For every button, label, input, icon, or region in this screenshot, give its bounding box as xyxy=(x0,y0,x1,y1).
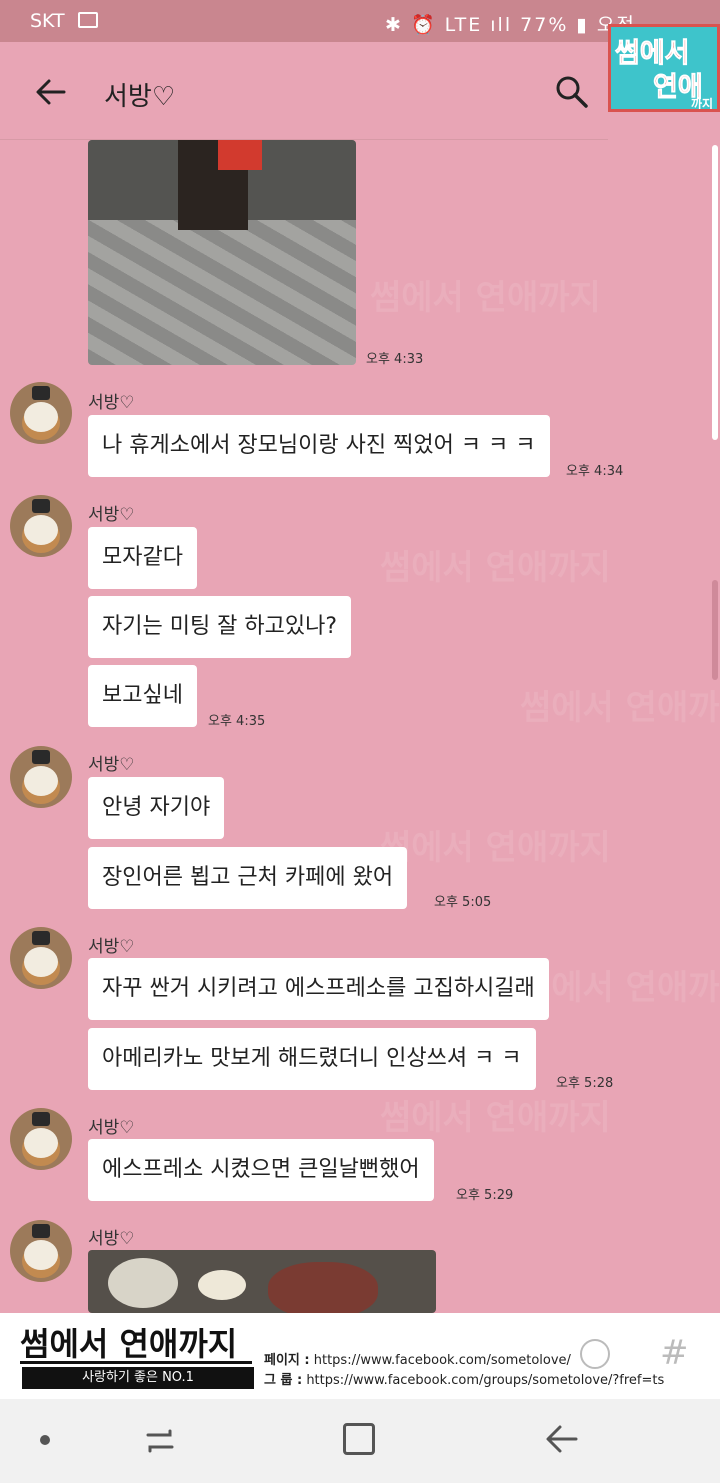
avatar[interactable] xyxy=(10,382,72,444)
banner-page-label: 페이지 : xyxy=(264,1353,310,1368)
message-bubble[interactable]: 나 휴게소에서 장모님이랑 사진 찍었어 ㅋ ㅋ ㅋ xyxy=(88,415,550,477)
message-bubble[interactable]: 에스프레소 시켰으면 큰일날뻔했어 xyxy=(88,1139,434,1201)
chat-header: 서방♡ xyxy=(0,42,608,140)
background-watermark: 썸에서 연애까지 xyxy=(380,828,611,868)
message-time: 오후 4:35 xyxy=(208,714,266,729)
recent-apps-icon[interactable] xyxy=(140,1421,180,1461)
avatar[interactable] xyxy=(10,1220,72,1282)
banner-page-info: 페이지 : https://www.facebook.com/sometolov… xyxy=(264,1349,571,1368)
avatar[interactable] xyxy=(10,1108,72,1170)
message-bubble[interactable]: 아메리카노 맛보게 해드렸더니 인상쓰셔 ㅋ ㅋ xyxy=(88,1028,536,1090)
message-time: 오후 4:33 xyxy=(366,352,424,367)
banner-page-url: https://www.facebook.com/sometolove/ xyxy=(313,1353,571,1368)
image-notification-icon xyxy=(78,12,98,28)
message-time: 오후 4:34 xyxy=(566,464,624,479)
sender-name: 서방♡ xyxy=(88,505,135,525)
message-time: 오후 5:28 xyxy=(556,1076,614,1091)
sender-name: 서방♡ xyxy=(88,937,135,957)
scrollbar-top[interactable] xyxy=(712,145,718,440)
background-watermark: 썸에서 연애까지 xyxy=(520,688,720,728)
background-watermark: 썸에서 연애까지 xyxy=(520,968,720,1008)
banner-tagline: 사랑하기 좋은 NO.1 xyxy=(22,1367,254,1389)
message-time: 오후 5:05 xyxy=(434,895,492,910)
background-watermark: 썸에서 연애까지 xyxy=(380,1098,611,1138)
watermark-logo-badge: 썸에서 연애 까지 xyxy=(608,24,720,112)
home-icon[interactable] xyxy=(343,1423,375,1455)
hashtag-icon[interactable]: # xyxy=(660,1333,689,1373)
badge-line-3: 까지 xyxy=(691,97,714,111)
message-bubble[interactable]: 보고싶네 xyxy=(88,665,197,727)
carrier-label: SKT xyxy=(30,10,65,32)
back-arrow-icon[interactable] xyxy=(34,76,68,108)
chat-photo[interactable] xyxy=(88,1250,436,1313)
sender-name: 서방♡ xyxy=(88,755,135,775)
message-bubble[interactable]: 자꾸 싼거 시키려고 에스프레소를 고집하시길래 xyxy=(88,958,549,1020)
avatar[interactable] xyxy=(10,746,72,808)
banner-divider xyxy=(20,1361,252,1364)
emoji-button-icon[interactable] xyxy=(580,1339,610,1369)
message-bubble[interactable]: 모자같다 xyxy=(88,527,197,589)
promo-banner: 썸에서 연애까지 사랑하기 좋은 NO.1 페이지 : https://www.… xyxy=(0,1313,720,1399)
chat-title: 서방♡ xyxy=(104,82,176,112)
search-icon[interactable] xyxy=(554,74,590,110)
chat-message-list[interactable]: 썸에서 연애까지 썸에서 연애까지 썸에서 연애까지 썸에서 연애까지 썸에서 … xyxy=(0,140,720,1313)
sender-name: 서방♡ xyxy=(88,393,135,413)
avatar[interactable] xyxy=(10,927,72,989)
nav-dot-icon[interactable] xyxy=(40,1435,50,1445)
banner-brand: 썸에서 연애까지 xyxy=(20,1325,238,1363)
banner-group-info: 그 룹 : https://www.facebook.com/groups/so… xyxy=(264,1369,664,1388)
message-time: 오후 5:29 xyxy=(456,1188,514,1203)
background-watermark: 썸에서 연애까지 xyxy=(370,278,601,318)
message-bubble[interactable]: 자기는 미팅 잘 하고있나? xyxy=(88,596,352,658)
scrollbar-thumb[interactable] xyxy=(712,580,718,680)
status-icons-text: ✱ ⏰ LTE ıll 77% ▮ 오전 xyxy=(385,14,636,36)
avatar[interactable] xyxy=(10,495,72,557)
message-bubble[interactable]: 장인어른 뵙고 근처 카페에 왔어 xyxy=(88,847,408,909)
message-bubble[interactable]: 안녕 자기야 xyxy=(88,777,225,839)
sender-name: 서방♡ xyxy=(88,1118,135,1138)
banner-group-url: https://www.facebook.com/groups/sometolo… xyxy=(306,1373,665,1388)
sender-name: 서방♡ xyxy=(88,1229,135,1249)
system-navigation-bar xyxy=(0,1399,720,1483)
background-watermark: 썸에서 연애까지 xyxy=(380,548,611,588)
banner-group-label: 그 룹 : xyxy=(264,1373,303,1388)
chat-photo[interactable] xyxy=(88,140,356,365)
nav-back-icon[interactable] xyxy=(544,1421,580,1457)
